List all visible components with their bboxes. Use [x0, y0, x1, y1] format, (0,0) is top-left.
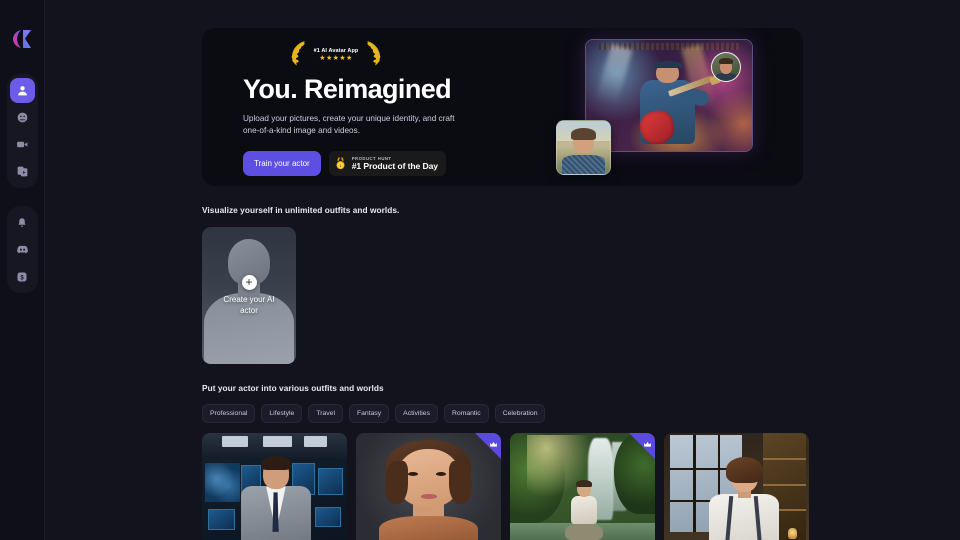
crown-icon [643, 436, 652, 454]
main-content: #1 AI Avatar App ★★★★★ You. Reimagined U… [45, 0, 960, 540]
sidebar-item-avatars[interactable] [10, 105, 35, 130]
desk-lamp [788, 527, 798, 539]
product-hunt-title: #1 Product of the Day [351, 160, 438, 171]
filter-pill-romantic[interactable]: Romantic [444, 404, 489, 423]
coin-icon: $ [16, 271, 28, 283]
anchor-hair [260, 455, 292, 470]
outfits-section-heading: Put your actor into various outfits and … [202, 383, 384, 393]
ceiling-light [222, 436, 249, 447]
hero-artwork [548, 28, 803, 186]
office-hair [725, 457, 764, 484]
gallery-card-office[interactable] [664, 433, 809, 540]
award-badge-text: #1 AI Avatar App ★★★★★ [313, 48, 360, 62]
create-actor-overlay: + Create your AI actor [202, 227, 296, 364]
sidebar-primary-nav [6, 74, 38, 188]
sidebar-item-actors[interactable] [9, 78, 35, 103]
filter-pill-fantasy[interactable]: Fantasy [348, 404, 390, 423]
hero-source-photo [556, 120, 611, 175]
plus-icon: + [241, 274, 257, 290]
filter-pill-lifestyle[interactable]: Lifestyle [261, 404, 303, 423]
photo-hair [571, 127, 596, 140]
product-hunt-badge[interactable]: 1 PRODUCT HUNT #1 Product of the Day [328, 151, 446, 177]
gold-medal-icon: 1 [334, 157, 347, 170]
filter-pill-professional[interactable]: Professional [202, 404, 256, 423]
visualize-section-heading: Visualize yourself in unlimited outfits … [202, 205, 400, 215]
brand-logo[interactable] [9, 26, 35, 52]
world-map-screen [204, 462, 240, 502]
avatar-body [716, 73, 736, 81]
outfit-filter-list: Professional Lifestyle Travel Fantasy Ac… [202, 404, 960, 423]
crown-icon [489, 436, 498, 454]
filter-pill-activities[interactable]: Activities [395, 404, 438, 423]
hero-banner: #1 AI Avatar App ★★★★★ You. Reimagined U… [202, 28, 803, 186]
anchor-figure [241, 455, 311, 540]
create-actor-label: Create your AI actor [223, 294, 275, 315]
figure-legs [565, 523, 603, 540]
create-ai-actor-card[interactable]: + Create your AI actor [202, 227, 296, 364]
person-icon [16, 84, 29, 97]
outfit-gallery [202, 433, 960, 540]
avatar-hair [719, 57, 733, 64]
laurel-left-icon [285, 39, 311, 72]
sidebar-item-notifications[interactable] [10, 210, 35, 235]
award-stars: ★★★★★ [319, 55, 353, 62]
portrait-top [379, 515, 478, 540]
figure-torso [571, 495, 597, 525]
hero-subtitle: Upload your pictures, create your unique… [243, 113, 455, 136]
hero-copy: #1 AI Avatar App ★★★★★ You. Reimagined U… [241, 40, 533, 177]
gallery-card-waterfall[interactable] [510, 433, 655, 540]
award-badge: #1 AI Avatar App ★★★★★ [241, 40, 431, 70]
sidebar-item-discord[interactable] [10, 237, 35, 262]
ceiling-light [262, 436, 292, 447]
portrait-lips [421, 493, 438, 499]
app-root: $ #1 AI Avatar App ★★★★★ You. Reimagined… [0, 0, 960, 540]
sidebar-secondary-nav: $ [6, 206, 38, 293]
gallery-card-portrait[interactable] [356, 433, 501, 540]
ceiling-light [303, 436, 327, 447]
figure-hair [575, 479, 593, 488]
sidebar-item-credits[interactable]: $ [10, 264, 35, 289]
window-mullion [693, 435, 696, 532]
meditating-figure [565, 479, 603, 540]
musician-cap [654, 60, 682, 69]
portrait-eye [435, 472, 446, 476]
face-avatar-icon [16, 111, 29, 124]
hero-actions: Train your actor 1 PRODUCT HUNT #1 Produ… [243, 151, 533, 177]
award-badge-label: #1 AI Avatar App [313, 48, 359, 54]
office-figure [708, 457, 781, 540]
portrait-hair-right [448, 460, 472, 505]
musician-figure [636, 60, 721, 151]
office-shirt [708, 493, 779, 540]
filter-pill-celebration[interactable]: Celebration [494, 404, 546, 423]
video-camera-icon [16, 138, 29, 151]
discord-icon [16, 243, 29, 256]
bell-icon [16, 217, 28, 229]
product-hunt-text: PRODUCT HUNT #1 Product of the Day [352, 156, 438, 172]
sidebar: $ [0, 0, 45, 540]
newsroom-monitor [207, 508, 236, 530]
hero-title: You. Reimagined [243, 74, 452, 104]
sidebar-item-library[interactable] [10, 159, 35, 184]
filter-pill-travel[interactable]: Travel [308, 404, 343, 423]
newsroom-monitor [315, 506, 342, 528]
train-your-actor-button[interactable]: Train your actor [243, 151, 321, 177]
gallery-card-newsroom[interactable] [202, 433, 347, 540]
copy-stack-icon [16, 165, 29, 178]
portrait-hair-left [385, 460, 409, 505]
laurel-right-icon [361, 39, 387, 72]
newsroom-screen [318, 467, 343, 496]
photo-body [562, 154, 605, 174]
sidebar-item-videos[interactable] [10, 132, 35, 157]
hero-source-avatar [711, 52, 741, 82]
